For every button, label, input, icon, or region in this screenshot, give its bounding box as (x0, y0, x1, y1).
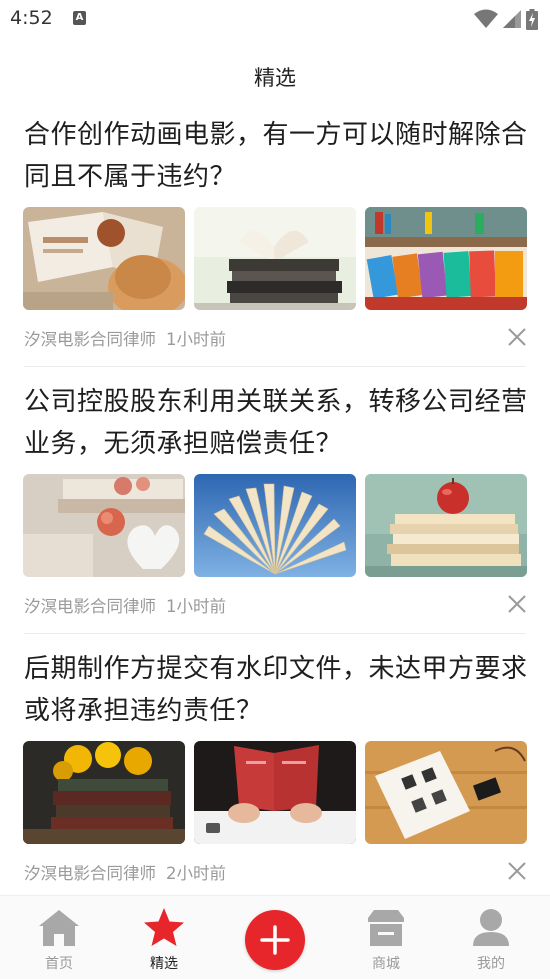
tab-featured-label: 精选 (150, 956, 178, 972)
divider (24, 633, 526, 634)
article-time: 1小时前 (166, 330, 226, 349)
article-title[interactable]: 合作创作动画电影，有一方可以随时解除合同且不属于违约？ (24, 114, 528, 198)
star-icon (144, 908, 184, 946)
tab-featured[interactable]: 精选 (109, 896, 219, 979)
close-icon[interactable] (506, 326, 528, 348)
article-thumbnails (23, 741, 527, 844)
article-meta: 汐溟电影合同律师 1小时前 (24, 593, 226, 617)
open-book-blue-sky-photo[interactable] (194, 474, 356, 577)
article-card[interactable]: 公司控股股东利用关联关系，转移公司经营业务，无须承担赔偿责任？ 汐溟电影合同律师… (0, 381, 550, 648)
divider (24, 366, 526, 367)
status-bar: 4:52 A (0, 0, 550, 38)
tab-home[interactable]: 首页 (4, 896, 114, 979)
article-time: 1小时前 (166, 597, 226, 616)
status-time: 4:52 (10, 7, 53, 29)
article-title[interactable]: 公司控股股东利用关联关系，转移公司经营业务，无须承担赔偿责任？ (24, 381, 528, 465)
article-time: 2小时前 (166, 864, 226, 883)
store-icon (368, 910, 404, 946)
roses-books-heart-photo[interactable] (23, 474, 185, 577)
article-author: 汐溟电影合同律师 (24, 597, 156, 616)
bookshelf-colorful-books-photo[interactable] (365, 207, 527, 310)
close-icon[interactable] (506, 593, 528, 615)
tab-store[interactable]: 商城 (331, 896, 441, 979)
hands-red-book-photo[interactable] (194, 741, 356, 844)
yellow-roses-old-books-photo[interactable] (23, 741, 185, 844)
tab-store-label: 商城 (372, 956, 400, 972)
article-feed: 合作创作动画电影，有一方可以随时解除合同且不属于违约？ 汐溟电影合同律师 1小时… (0, 114, 550, 915)
close-icon[interactable] (506, 860, 528, 882)
tab-profile-label: 我的 (477, 956, 505, 972)
wifi-icon (474, 9, 498, 28)
bottom-tab-bar: 首页 精选 商城 我的 (0, 895, 550, 979)
page-title: 精选 (254, 66, 296, 90)
tab-profile[interactable]: 我的 (436, 896, 546, 979)
article-thumbnails (23, 207, 527, 310)
a-letter-icon: A (73, 11, 86, 25)
article-meta: 汐溟电影合同律师 1小时前 (24, 326, 226, 350)
article-card[interactable]: 合作创作动画电影，有一方可以随时解除合同且不属于违约？ 汐溟电影合同律师 1小时… (0, 114, 550, 381)
add-button[interactable] (245, 910, 305, 970)
article-author: 汐溟电影合同律师 (24, 330, 156, 349)
plus-icon (260, 925, 290, 955)
tab-home-label: 首页 (45, 956, 73, 972)
open-book-wood-desk-photo[interactable] (365, 741, 527, 844)
article-title[interactable]: 后期制作方提交有水印文件，未达甲方要求或将承担违约责任？ (24, 648, 528, 732)
user-icon (473, 909, 509, 946)
article-card[interactable]: 后期制作方提交有水印文件，未达甲方要求或将承担违约责任？ 汐溟电影合同律师 2小… (0, 648, 550, 915)
article-thumbnails (23, 474, 527, 577)
article-meta: 汐溟电影合同律师 2小时前 (24, 860, 226, 884)
heart-shaped-book-stack-photo[interactable] (194, 207, 356, 310)
page-header: 精选 (0, 38, 550, 114)
open-magazine-child-photo[interactable] (23, 207, 185, 310)
battery-charging-icon (526, 8, 538, 30)
status-icons (474, 8, 538, 30)
cellular-signal-icon (503, 10, 521, 28)
home-icon (39, 910, 79, 946)
apple-on-books-photo[interactable] (365, 474, 527, 577)
article-author: 汐溟电影合同律师 (24, 864, 156, 883)
